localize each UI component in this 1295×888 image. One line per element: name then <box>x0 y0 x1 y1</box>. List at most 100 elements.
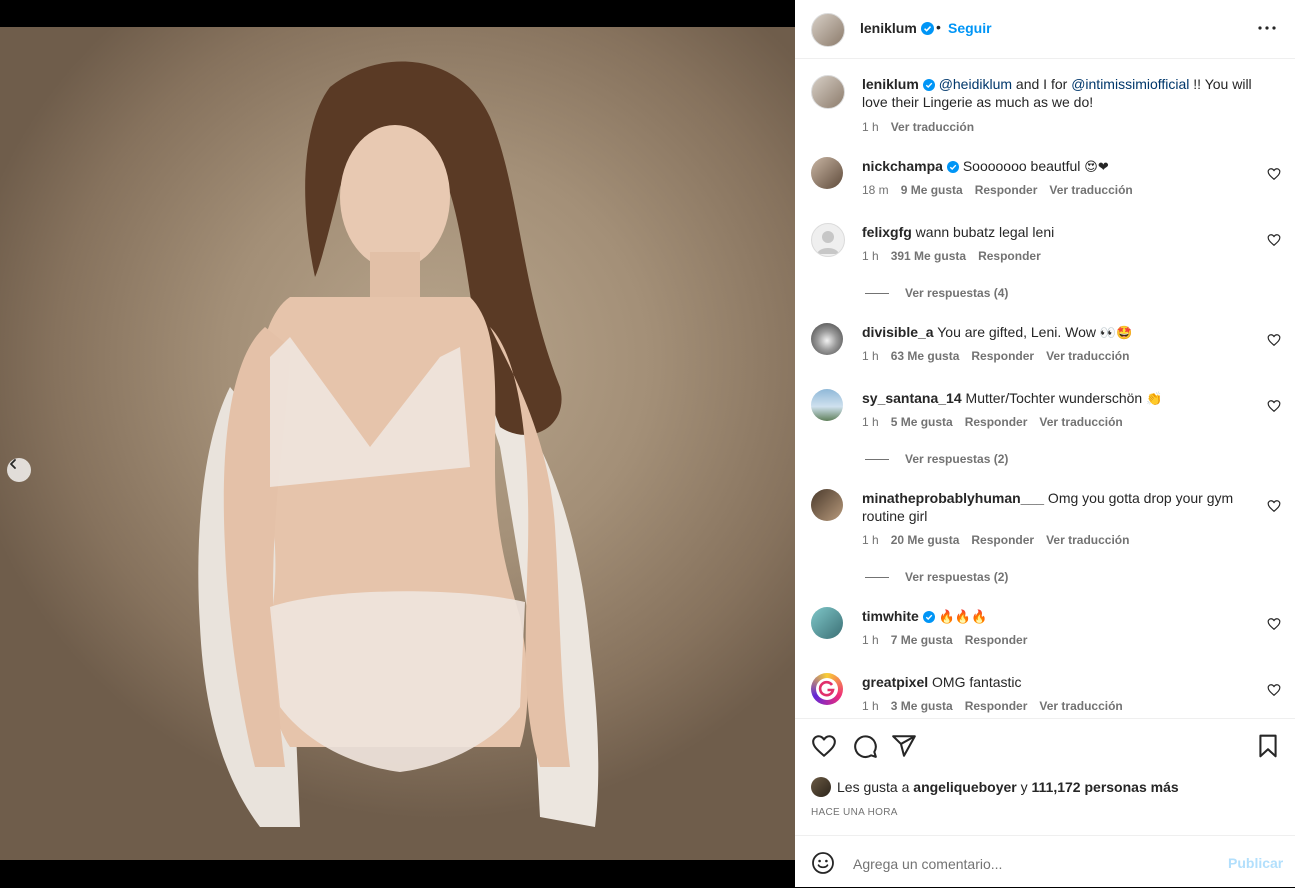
letter-g-logo <box>816 678 838 700</box>
share-icon[interactable] <box>891 733 917 759</box>
view-replies-button[interactable]: Ver respuestas (2) <box>865 452 1008 466</box>
comment-like-heart-icon[interactable] <box>1267 499 1281 513</box>
comment-likes[interactable]: 391 Me gusta <box>891 249 966 263</box>
post-photo <box>0 27 795 860</box>
comment-meta: 1 h 3 Me gusta Responder Ver traducción <box>862 699 1135 713</box>
caption-time[interactable]: 1 h <box>862 120 879 134</box>
comments-list[interactable]: leniklum @heidiklum and I for @intimissi… <box>795 59 1295 718</box>
verified-badge-icon <box>922 79 935 91</box>
caption-mention-intimissimi[interactable]: @intimissimiofficial <box>1071 76 1189 92</box>
comment-body: wann bubatz legal leni <box>911 224 1055 240</box>
comment-likes[interactable]: 5 Me gusta <box>891 415 953 429</box>
liker-username[interactable]: angeliqueboyer <box>913 779 1016 795</box>
reply-button[interactable]: Responder <box>975 183 1038 197</box>
liker-avatar[interactable] <box>811 777 831 797</box>
view-replies-label[interactable]: Ver respuestas (4) <box>905 286 1008 300</box>
translate-button[interactable]: Ver traducción <box>1039 415 1122 429</box>
post-photo-illustration <box>198 61 599 827</box>
comment-likes[interactable]: 20 Me gusta <box>891 533 960 547</box>
comment-time[interactable]: 1 h <box>862 415 879 429</box>
post-side-panel: leniklum • Seguir leniklum @heidiklum an… <box>795 0 1295 887</box>
comment-like-heart-icon[interactable] <box>1267 167 1281 181</box>
comment-input[interactable] <box>851 850 1215 878</box>
follow-button[interactable]: Seguir <box>948 20 992 36</box>
commenter-avatar[interactable] <box>811 673 843 705</box>
comment-like-heart-icon[interactable] <box>1267 333 1281 347</box>
comment-meta: 18 m 9 Me gusta Responder Ver traducción <box>862 183 1145 197</box>
comment-time[interactable]: 1 h <box>862 699 879 713</box>
likes-prefix: Les gusta a <box>837 779 914 795</box>
commenter-avatar[interactable] <box>811 489 843 521</box>
comment-time[interactable]: 1 h <box>862 533 879 547</box>
reply-button[interactable]: Responder <box>978 249 1041 263</box>
translate-button[interactable]: Ver traducción <box>1049 183 1132 197</box>
translate-button[interactable]: Ver traducción <box>1039 699 1122 713</box>
reply-button[interactable]: Responder <box>965 633 1028 647</box>
caption-avatar[interactable] <box>811 75 845 109</box>
post-time[interactable]: HACE UNA HORA <box>811 807 898 818</box>
comment-text: timwhite 🔥🔥🔥 <box>862 607 1257 627</box>
comment-time[interactable]: 1 h <box>862 633 879 647</box>
comment-text: divisible_a You are gifted, Leni. Wow 👀🤩 <box>862 323 1257 343</box>
likes-middle: y <box>1016 779 1032 795</box>
comment-like-heart-icon[interactable] <box>1267 233 1281 247</box>
commenter-username[interactable]: felixgfg <box>862 224 912 240</box>
verified-badge-icon <box>920 22 934 35</box>
reply-button[interactable]: Responder <box>965 415 1028 429</box>
commenter-username[interactable]: divisible_a <box>862 324 934 340</box>
comment-time[interactable]: 18 m <box>862 183 889 197</box>
caption-translate-button[interactable]: Ver traducción <box>891 120 974 134</box>
commenter-username[interactable]: nickchampa <box>862 158 943 174</box>
reply-button[interactable]: Responder <box>965 699 1028 713</box>
commenter-username[interactable]: greatpixel <box>862 674 928 690</box>
comment-like-heart-icon[interactable] <box>1267 617 1281 631</box>
header-separator: • <box>936 19 941 35</box>
more-options-button[interactable] <box>1255 18 1279 38</box>
verified-badge-icon <box>946 161 959 173</box>
comment-time[interactable]: 1 h <box>862 249 879 263</box>
commenter-username[interactable]: sy_santana_14 <box>862 390 962 406</box>
reply-button[interactable]: Responder <box>971 533 1034 547</box>
comment-likes[interactable]: 3 Me gusta <box>891 699 953 713</box>
commenter-avatar[interactable] <box>811 389 843 421</box>
commenter-avatar[interactable] <box>811 157 843 189</box>
comment-meta: 1 h 391 Me gusta Responder <box>862 249 1053 263</box>
likes-count-button[interactable]: 111,172 personas más <box>1032 779 1179 795</box>
comment-emoji: 👀🤩 <box>1099 326 1133 341</box>
comment-like-heart-icon[interactable] <box>1267 683 1281 697</box>
view-replies-label[interactable]: Ver respuestas (2) <box>905 570 1008 584</box>
caption-mention-heidiklum[interactable]: @heidiklum <box>939 76 1012 92</box>
translate-button[interactable]: Ver traducción <box>1046 349 1129 363</box>
comment-likes[interactable]: 9 Me gusta <box>901 183 963 197</box>
comment-likes[interactable]: 63 Me gusta <box>891 349 960 363</box>
author-username[interactable]: leniklum <box>860 20 934 36</box>
reply-button[interactable]: Responder <box>971 349 1034 363</box>
view-replies-label[interactable]: Ver respuestas (2) <box>905 452 1008 466</box>
add-comment-bar: Publicar <box>795 835 1295 888</box>
author-avatar[interactable] <box>811 13 845 47</box>
publish-button[interactable]: Publicar <box>1228 855 1283 871</box>
translate-button[interactable]: Ver traducción <box>1046 533 1129 547</box>
view-replies-button[interactable]: Ver respuestas (4) <box>865 286 1008 300</box>
commenter-avatar[interactable] <box>811 323 843 355</box>
author-username-text[interactable]: leniklum <box>860 20 917 36</box>
emoji-icon[interactable] <box>811 851 835 875</box>
commenter-avatar[interactable] <box>811 223 845 257</box>
heart-icon[interactable] <box>811 733 837 759</box>
commenter-username[interactable]: timwhite <box>862 608 919 624</box>
view-replies-button[interactable]: Ver respuestas (2) <box>865 570 1008 584</box>
comment-icon[interactable] <box>852 733 878 759</box>
caption-username[interactable]: leniklum <box>862 76 919 92</box>
comment-like-heart-icon[interactable] <box>1267 399 1281 413</box>
comment-meta: 1 h 5 Me gusta Responder Ver traducción <box>862 415 1135 429</box>
comment-meta: 1 h 7 Me gusta Responder <box>862 633 1039 647</box>
bookmark-icon[interactable] <box>1255 733 1281 759</box>
comment-likes[interactable]: 7 Me gusta <box>891 633 953 647</box>
comment-text: greatpixel OMG fantastic <box>862 673 1257 691</box>
commenter-avatar[interactable] <box>811 607 843 639</box>
commenter-username[interactable]: minatheprobablyhuman___ <box>862 490 1044 506</box>
comment-emoji: 👏 <box>1146 392 1163 407</box>
default-avatar-icon <box>817 231 839 254</box>
carousel-prev-button[interactable] <box>7 458 31 482</box>
comment-time[interactable]: 1 h <box>862 349 879 363</box>
